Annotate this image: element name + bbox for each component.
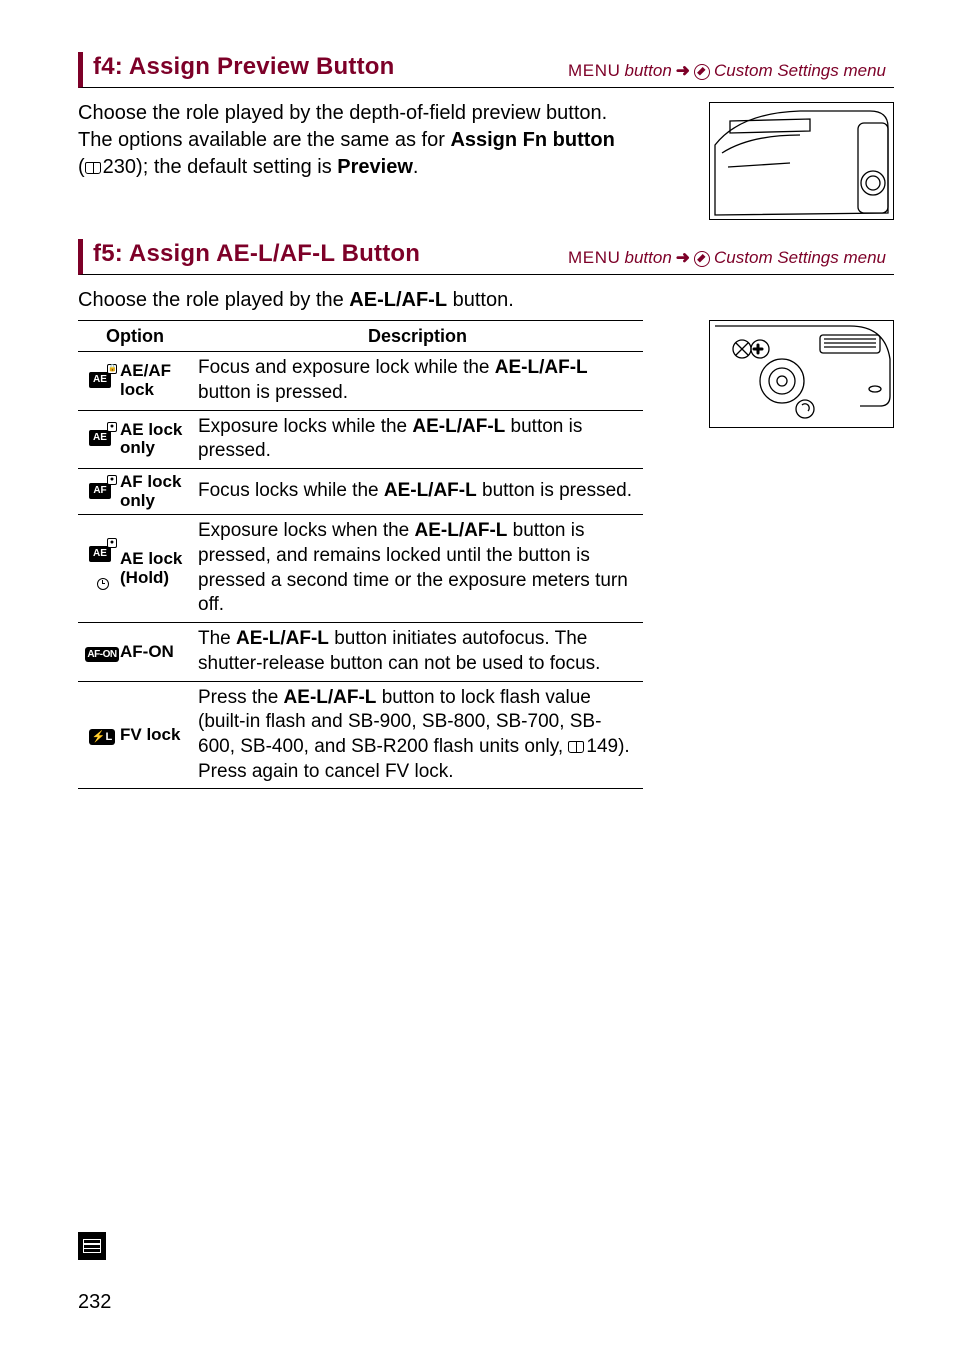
text: button is pressed.	[198, 382, 348, 403]
text: Choose the role played by the	[78, 289, 349, 311]
menu-button-label: MENU	[568, 247, 620, 270]
option-name: AE/AF lock	[120, 352, 192, 410]
options-table: Option Description AE🔒 AE/AF lock Focus …	[78, 320, 643, 789]
menu-button-label: MENU	[568, 60, 620, 83]
option-desc: Exposure locks when the AE-L/AF-L button…	[192, 515, 643, 623]
custom-settings-menu-label: Custom Settings menu	[714, 247, 886, 270]
text: .	[413, 156, 419, 178]
table-row: AF-ON AF-ON The AE-L/AF-L button initiat…	[78, 623, 643, 681]
ael-afl-label: AE-L/AF-L	[495, 357, 588, 378]
ael-afl-label: AE-L/AF-L	[412, 416, 505, 437]
pencil-icon	[691, 247, 714, 270]
option-icon-ae-af-lock: AE🔒	[78, 352, 120, 410]
f4-paragraph: Choose the role played by the depth-of-f…	[78, 100, 638, 181]
option-icon-fv-lock: ⚡L	[78, 681, 120, 789]
text: The	[198, 628, 236, 649]
option-name: AF-ON	[120, 623, 192, 681]
arrow-icon: ➜	[676, 60, 690, 83]
text: Focus locks while the	[198, 480, 384, 501]
th-option: Option	[78, 321, 192, 352]
arrow-icon: ➜	[676, 247, 690, 270]
option-name: AE lock only	[120, 410, 192, 468]
ael-afl-label: AE-L/AF-L	[384, 480, 477, 501]
ael-afl-label: AE-L/AF-L	[284, 687, 377, 708]
section-title-f5: f5: Assign AE-L/AF-L Button	[93, 238, 420, 270]
th-description: Description	[192, 321, 643, 352]
camera-top-illustration	[709, 102, 894, 220]
page-number: 232	[78, 1289, 111, 1316]
section-header-f4: f4: Assign Preview Button MENU button ➜ …	[78, 52, 894, 88]
assign-fn-button-label: Assign Fn button	[450, 129, 614, 151]
f5-intro-paragraph: Choose the role played by the AE-L/AF-L …	[78, 287, 678, 314]
text: Press the	[198, 687, 284, 708]
table-row: AE● AE lock (Hold) Exposure locks when t…	[78, 515, 643, 623]
table-row: AE● AE lock only Exposure locks while th…	[78, 410, 643, 468]
text: Exposure locks when the	[198, 520, 415, 541]
table-row: AE🔒 AE/AF lock Focus and exposure lock w…	[78, 352, 643, 410]
option-desc: Focus and exposure lock while the AE-L/A…	[192, 352, 643, 410]
preview-label: Preview	[337, 156, 413, 178]
option-desc: Press the AE-L/AF-L button to lock flash…	[192, 681, 643, 789]
word-button: button	[625, 60, 672, 83]
option-name: AF lock only	[120, 469, 192, 515]
section-title-f4: f4: Assign Preview Button	[93, 51, 394, 83]
timer-icon	[97, 578, 109, 590]
text: button.	[453, 289, 514, 311]
option-desc: Focus locks while the AE-L/AF-L button i…	[192, 469, 643, 515]
custom-settings-menu-label: Custom Settings menu	[714, 60, 886, 83]
word-button: button	[625, 247, 672, 270]
text: Focus and exposure lock while the	[198, 357, 495, 378]
ael-afl-label: AE-L/AF-L	[349, 289, 447, 311]
option-name: AE lock (Hold)	[120, 515, 192, 623]
menu-section-icon	[78, 1232, 106, 1260]
option-name: FV lock	[120, 681, 192, 789]
option-icon-ae-lock-hold: AE●	[78, 515, 120, 623]
book-icon	[85, 162, 101, 174]
text: Exposure locks while the	[198, 416, 412, 437]
option-icon-ae-lock-only: AE●	[78, 410, 120, 468]
section-menu-path-f4: MENU button ➜ Custom Settings menu	[568, 60, 886, 83]
table-row: ⚡L FV lock Press the AE-L/AF-L button to…	[78, 681, 643, 789]
section-header-f5: f5: Assign AE-L/AF-L Button MENU button …	[78, 239, 894, 275]
option-icon-af-lock-only: AF●	[78, 469, 120, 515]
text: button is pressed.	[482, 480, 632, 501]
option-icon-af-on: AF-ON	[78, 623, 120, 681]
table-row: AF● AF lock only Focus locks while the A…	[78, 469, 643, 515]
section-menu-path-f5: MENU button ➜ Custom Settings menu	[568, 247, 886, 270]
camera-back-illustration	[709, 320, 894, 428]
ael-afl-label: AE-L/AF-L	[415, 520, 508, 541]
page-ref-230: 230	[103, 156, 136, 178]
option-desc: The AE-L/AF-L button initiates autofocus…	[192, 623, 643, 681]
ael-afl-label: AE-L/AF-L	[236, 628, 329, 649]
book-icon	[568, 741, 584, 753]
option-desc: Exposure locks while the AE-L/AF-L butto…	[192, 410, 643, 468]
pencil-icon	[691, 60, 714, 83]
